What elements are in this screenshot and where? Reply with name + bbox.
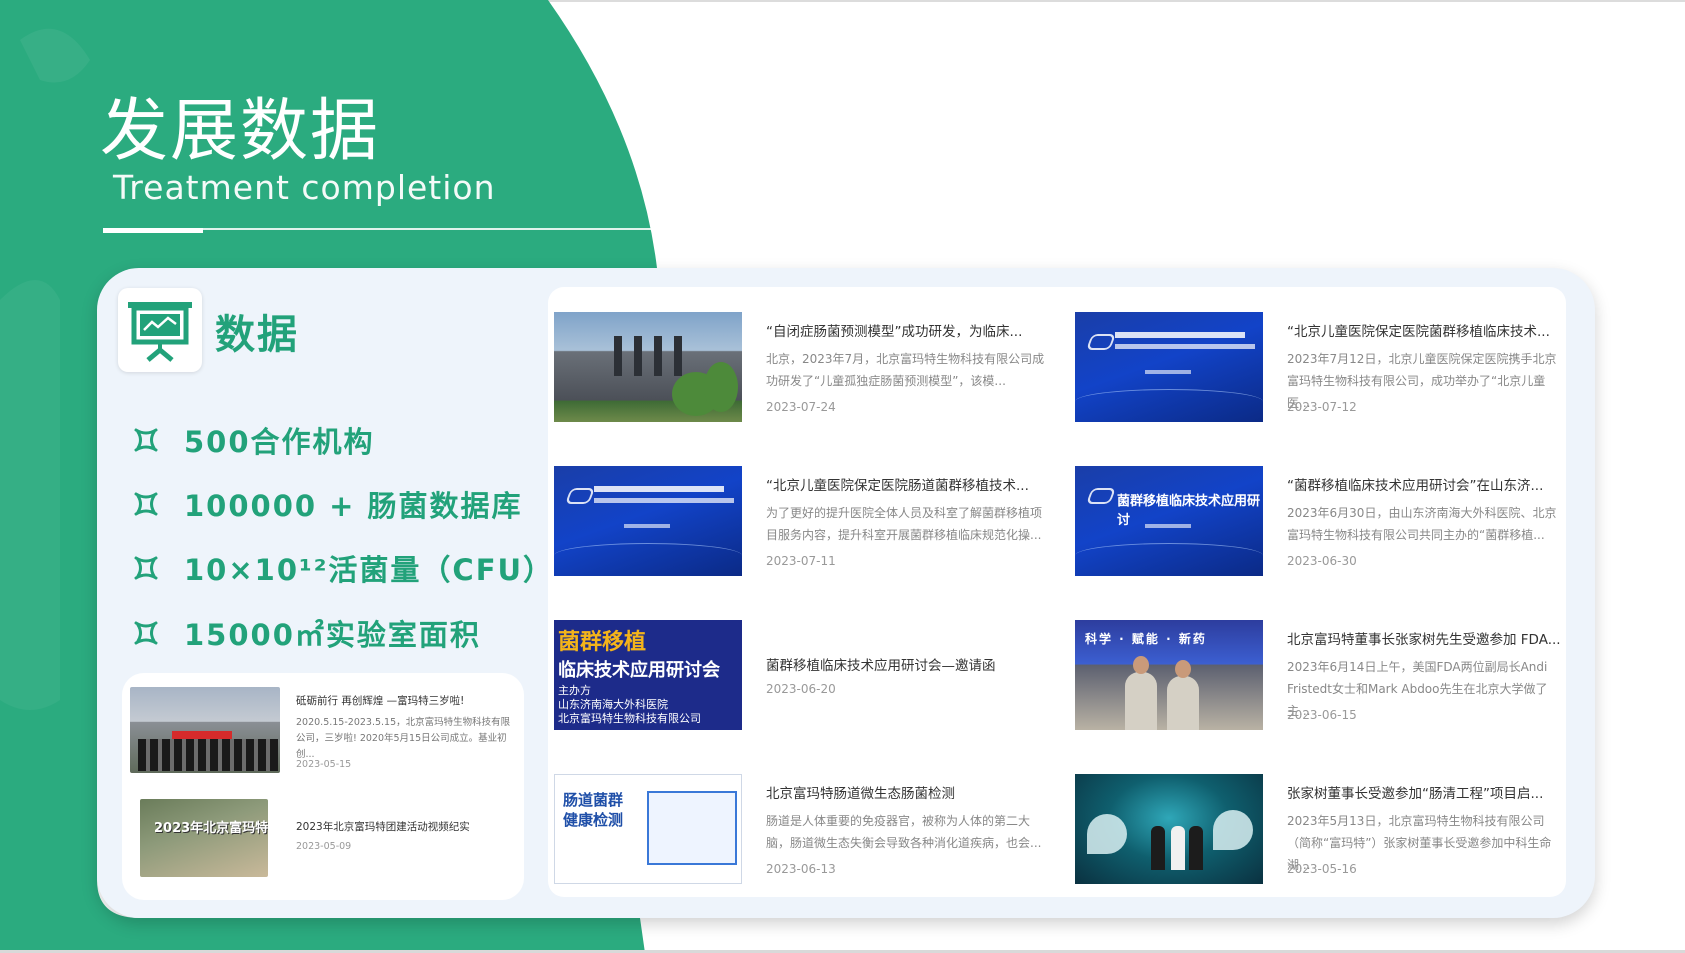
news-item[interactable]: 科学 · 赋能 · 新药 北京富玛特董事长张家树先生受邀参加 FDA... 20… <box>1075 620 1575 732</box>
news-title[interactable]: “自闭症肠菌预测模型”成功研发，为临床... <box>766 320 1022 340</box>
mini-news-thumb[interactable]: 2023年北京富玛特团建活动 <box>140 799 268 877</box>
news-thumb-text: 菌群移植临床技术应用研讨 <box>1117 494 1261 528</box>
mini-news-thumb[interactable] <box>130 687 280 773</box>
hero-divider-accent <box>103 228 203 233</box>
hero-subtitle: Treatment completion <box>113 168 496 207</box>
news-desc: 2023年6月30日，由山东济南海大外科医院、北京富玛特生物科技有限公司共同主办… <box>1287 506 1557 542</box>
news-thumb[interactable]: 菌群移植 临床技术应用研讨会 主办方 山东济南海大外科医院 北京富玛特生物科技有… <box>554 620 742 730</box>
news-item[interactable]: 菌群移植临床技术应用研讨 “菌群移植临床技术应用研讨会”在山东济... 2023… <box>1075 466 1575 578</box>
poster-line: 主办方 <box>558 684 591 697</box>
news-title[interactable]: “北京儿童医院保定医院肠道菌群移植技术... <box>766 474 1029 494</box>
hero-title: 发展数据 <box>100 92 381 171</box>
stat-item: 10×10¹²活菌量（CFU） <box>130 546 554 590</box>
news-date: 2023-07-12 <box>1287 400 1357 414</box>
news-thumb[interactable]: 菌群移植临床技术应用研讨 <box>1075 466 1263 576</box>
news-title[interactable]: 北京富玛特董事长张家树先生受邀参加 FDA... <box>1287 628 1561 648</box>
stat-text: 100000 + 肠菌数据库 <box>184 489 523 523</box>
news-item[interactable]: 张家树董事长受邀参加“肠清工程”项目启... 2023年5月13日，北京富玛特生… <box>1075 774 1575 886</box>
bacteria-bullet-icon <box>134 621 158 645</box>
news-item[interactable]: “北京儿童医院保定医院菌群移植临床技术... 2023年7月12日，北京儿童医院… <box>1075 312 1575 424</box>
poster-line: 健康检测 <box>563 811 624 829</box>
mini-news-thumb-text: 2023年北京富玛特团建活动 <box>154 821 268 836</box>
news-thumb[interactable] <box>1075 774 1263 884</box>
news-date: 2023-06-20 <box>766 682 836 696</box>
stat-text: 500合作机构 <box>184 425 375 459</box>
news-title[interactable]: 北京富玛特肠道微生态肠菌检测 <box>766 782 955 802</box>
poster-line: 北京富玛特生物科技有限公司 <box>558 712 701 725</box>
news-date: 2023-06-30 <box>1287 554 1357 568</box>
stat-text: 10×10¹²活菌量（CFU） <box>184 553 555 587</box>
poster-line: 山东济南海大外科医院 <box>558 698 668 711</box>
news-title[interactable]: 张家树董事长受邀参加“肠清工程”项目启... <box>1287 782 1543 802</box>
mini-news-item[interactable]: 砥砺前行 再创辉煌 —富玛特三岁啦! 2020.5.15-2023.5.15，北… <box>122 673 524 783</box>
news-date: 2023-07-11 <box>766 554 836 568</box>
panel-icon-box <box>118 288 202 372</box>
news-date: 2023-05-16 <box>1287 862 1357 876</box>
mini-news-card: 砥砺前行 再创辉煌 —富玛特三岁啦! 2020.5.15-2023.5.15，北… <box>122 673 524 900</box>
news-title[interactable]: “菌群移植临床技术应用研讨会”在山东济... <box>1287 474 1543 494</box>
mini-news-desc: 2020.5.15-2023.5.15，北京富玛特生物科技有限公司，三岁啦! 2… <box>296 717 511 760</box>
news-date: 2023-06-15 <box>1287 708 1357 722</box>
news-date: 2023-07-24 <box>766 400 836 414</box>
news-item[interactable]: 菌群移植 临床技术应用研讨会 主办方 山东济南海大外科医院 北京富玛特生物科技有… <box>554 620 1054 732</box>
news-desc: 为了更好的提升医院全体人员及科室了解菌群移植项目服务内容，提升科室开展菌群移植临… <box>766 506 1043 542</box>
news-title[interactable]: “北京儿童医院保定医院菌群移植临床技术... <box>1287 320 1550 340</box>
stat-item: 15000㎡实验室面积 <box>130 611 481 655</box>
stat-item: 100000 + 肠菌数据库 <box>130 482 523 526</box>
mini-news-title[interactable]: 2023年北京富玛特团建活动视频纪实 <box>296 819 470 834</box>
news-item[interactable]: “北京儿童医院保定医院肠道菌群移植技术... 为了更好的提升医院全体人员及科室了… <box>554 466 1054 578</box>
poster-line: 临床技术应用研讨会 <box>558 660 720 681</box>
news-title[interactable]: 菌群移植临床技术应用研讨会—邀请函 <box>766 654 996 674</box>
presentation-board-icon <box>128 302 192 362</box>
news-thumb[interactable] <box>554 312 742 422</box>
bacteria-bullet-icon <box>134 556 158 580</box>
mini-news-item[interactable]: 2023年北京富玛特团建活动 2023年北京富玛特团建活动视频纪实 2023-0… <box>122 787 524 897</box>
news-item[interactable]: 肠道菌群 健康检测 北京富玛特肠道微生态肠菌检测 肠道是人体重要的免疫器官，被称… <box>554 774 1054 886</box>
panel-title: 数据 <box>215 312 299 358</box>
news-desc: 肠道是人体重要的免疫器官，被称为人体的第二大脑，肠道微生态失衡会导致各种消化道疾… <box>766 814 1042 850</box>
stat-text: 15000㎡实验室面积 <box>184 618 481 652</box>
news-desc: 北京，2023年7月，北京富玛特生物科技有限公司成功研发了“儿童孤独症肠菌预测模… <box>766 352 1045 388</box>
poster-line: 菌群移植 <box>558 630 647 655</box>
mini-news-date: 2023-05-15 <box>296 759 352 770</box>
bacteria-bullet-icon <box>134 428 158 452</box>
news-date: 2023-06-13 <box>766 862 836 876</box>
stat-item: 500合作机构 <box>130 418 375 462</box>
news-item[interactable]: “自闭症肠菌预测模型”成功研发，为临床... 北京，2023年7月，北京富玛特生… <box>554 312 1054 424</box>
bacteria-bullet-icon <box>134 492 158 516</box>
news-thumb[interactable]: 科学 · 赋能 · 新药 <box>1075 620 1263 730</box>
news-thumb[interactable] <box>1075 312 1263 422</box>
mini-news-date: 2023-05-09 <box>296 841 352 852</box>
poster-line: 肠道菌群 <box>563 791 624 809</box>
mini-news-title[interactable]: 砥砺前行 再创辉煌 —富玛特三岁啦! <box>296 693 464 708</box>
news-thumb[interactable]: 肠道菌群 健康检测 <box>554 774 742 884</box>
news-thumb[interactable] <box>554 466 742 576</box>
